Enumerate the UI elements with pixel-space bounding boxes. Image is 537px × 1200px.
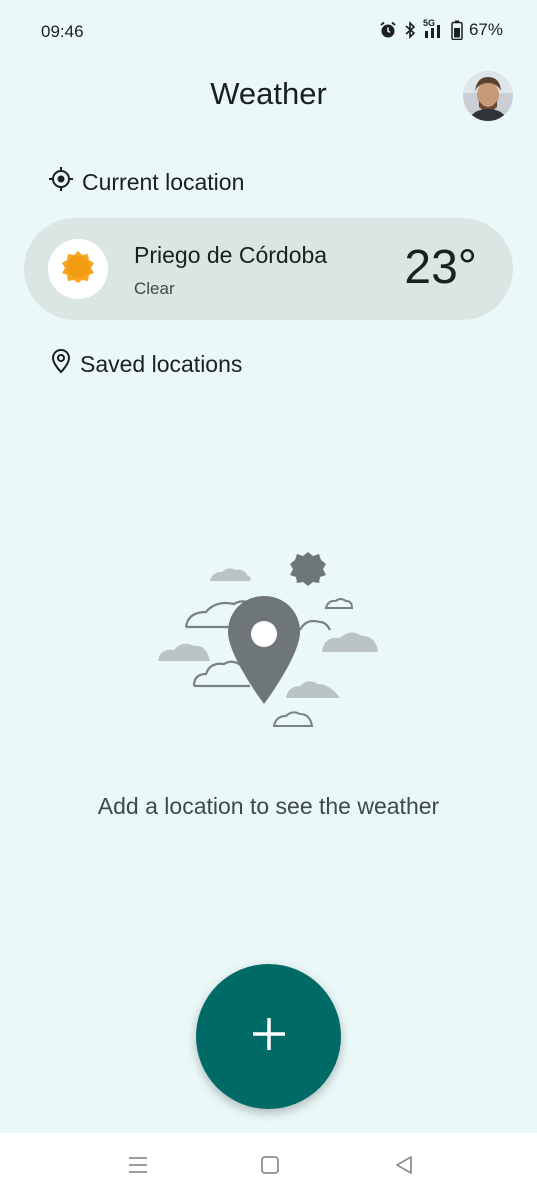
menu-icon: [127, 1155, 149, 1180]
empty-state-illustration: [150, 540, 390, 740]
recent-apps-button[interactable]: [126, 1155, 150, 1179]
temperature: 23°: [404, 241, 477, 294]
home-button[interactable]: [258, 1155, 282, 1179]
current-location-label: Current location: [82, 168, 245, 195]
sun-icon: [61, 250, 95, 289]
bluetooth-icon: [403, 21, 417, 39]
empty-state-message: Add a location to see the weather: [97, 793, 440, 819]
my-location-icon: [48, 166, 74, 198]
weather-condition: Clear: [134, 279, 175, 298]
plus-icon: [251, 1016, 287, 1057]
signal-icon: 5G: [423, 18, 445, 39]
status-bar: 09:46 5G 67%: [0, 0, 537, 64]
back-triangle-icon: [394, 1155, 414, 1180]
alarm-icon: [379, 21, 397, 39]
current-location-card[interactable]: Priego de Córdoba Clear 23°: [24, 218, 513, 320]
system-nav-bar: [0, 1133, 537, 1200]
status-icons: 5G 67%: [379, 18, 503, 40]
avatar[interactable]: [463, 71, 513, 121]
weather-icon-circle: [48, 239, 108, 299]
battery-percent: 67%: [468, 20, 503, 39]
add-location-button[interactable]: [196, 964, 341, 1109]
back-button[interactable]: [392, 1155, 416, 1179]
location-pin-icon: [50, 348, 72, 380]
square-icon: [260, 1155, 280, 1180]
current-location-header: Current location: [48, 166, 244, 198]
page-title: Weather: [210, 76, 327, 111]
city-name: Priego de Córdoba: [134, 242, 328, 268]
status-time: 09:46: [41, 22, 84, 41]
battery-icon: [451, 20, 463, 40]
saved-locations-header: Saved locations: [50, 348, 242, 380]
saved-locations-label: Saved locations: [80, 350, 243, 377]
